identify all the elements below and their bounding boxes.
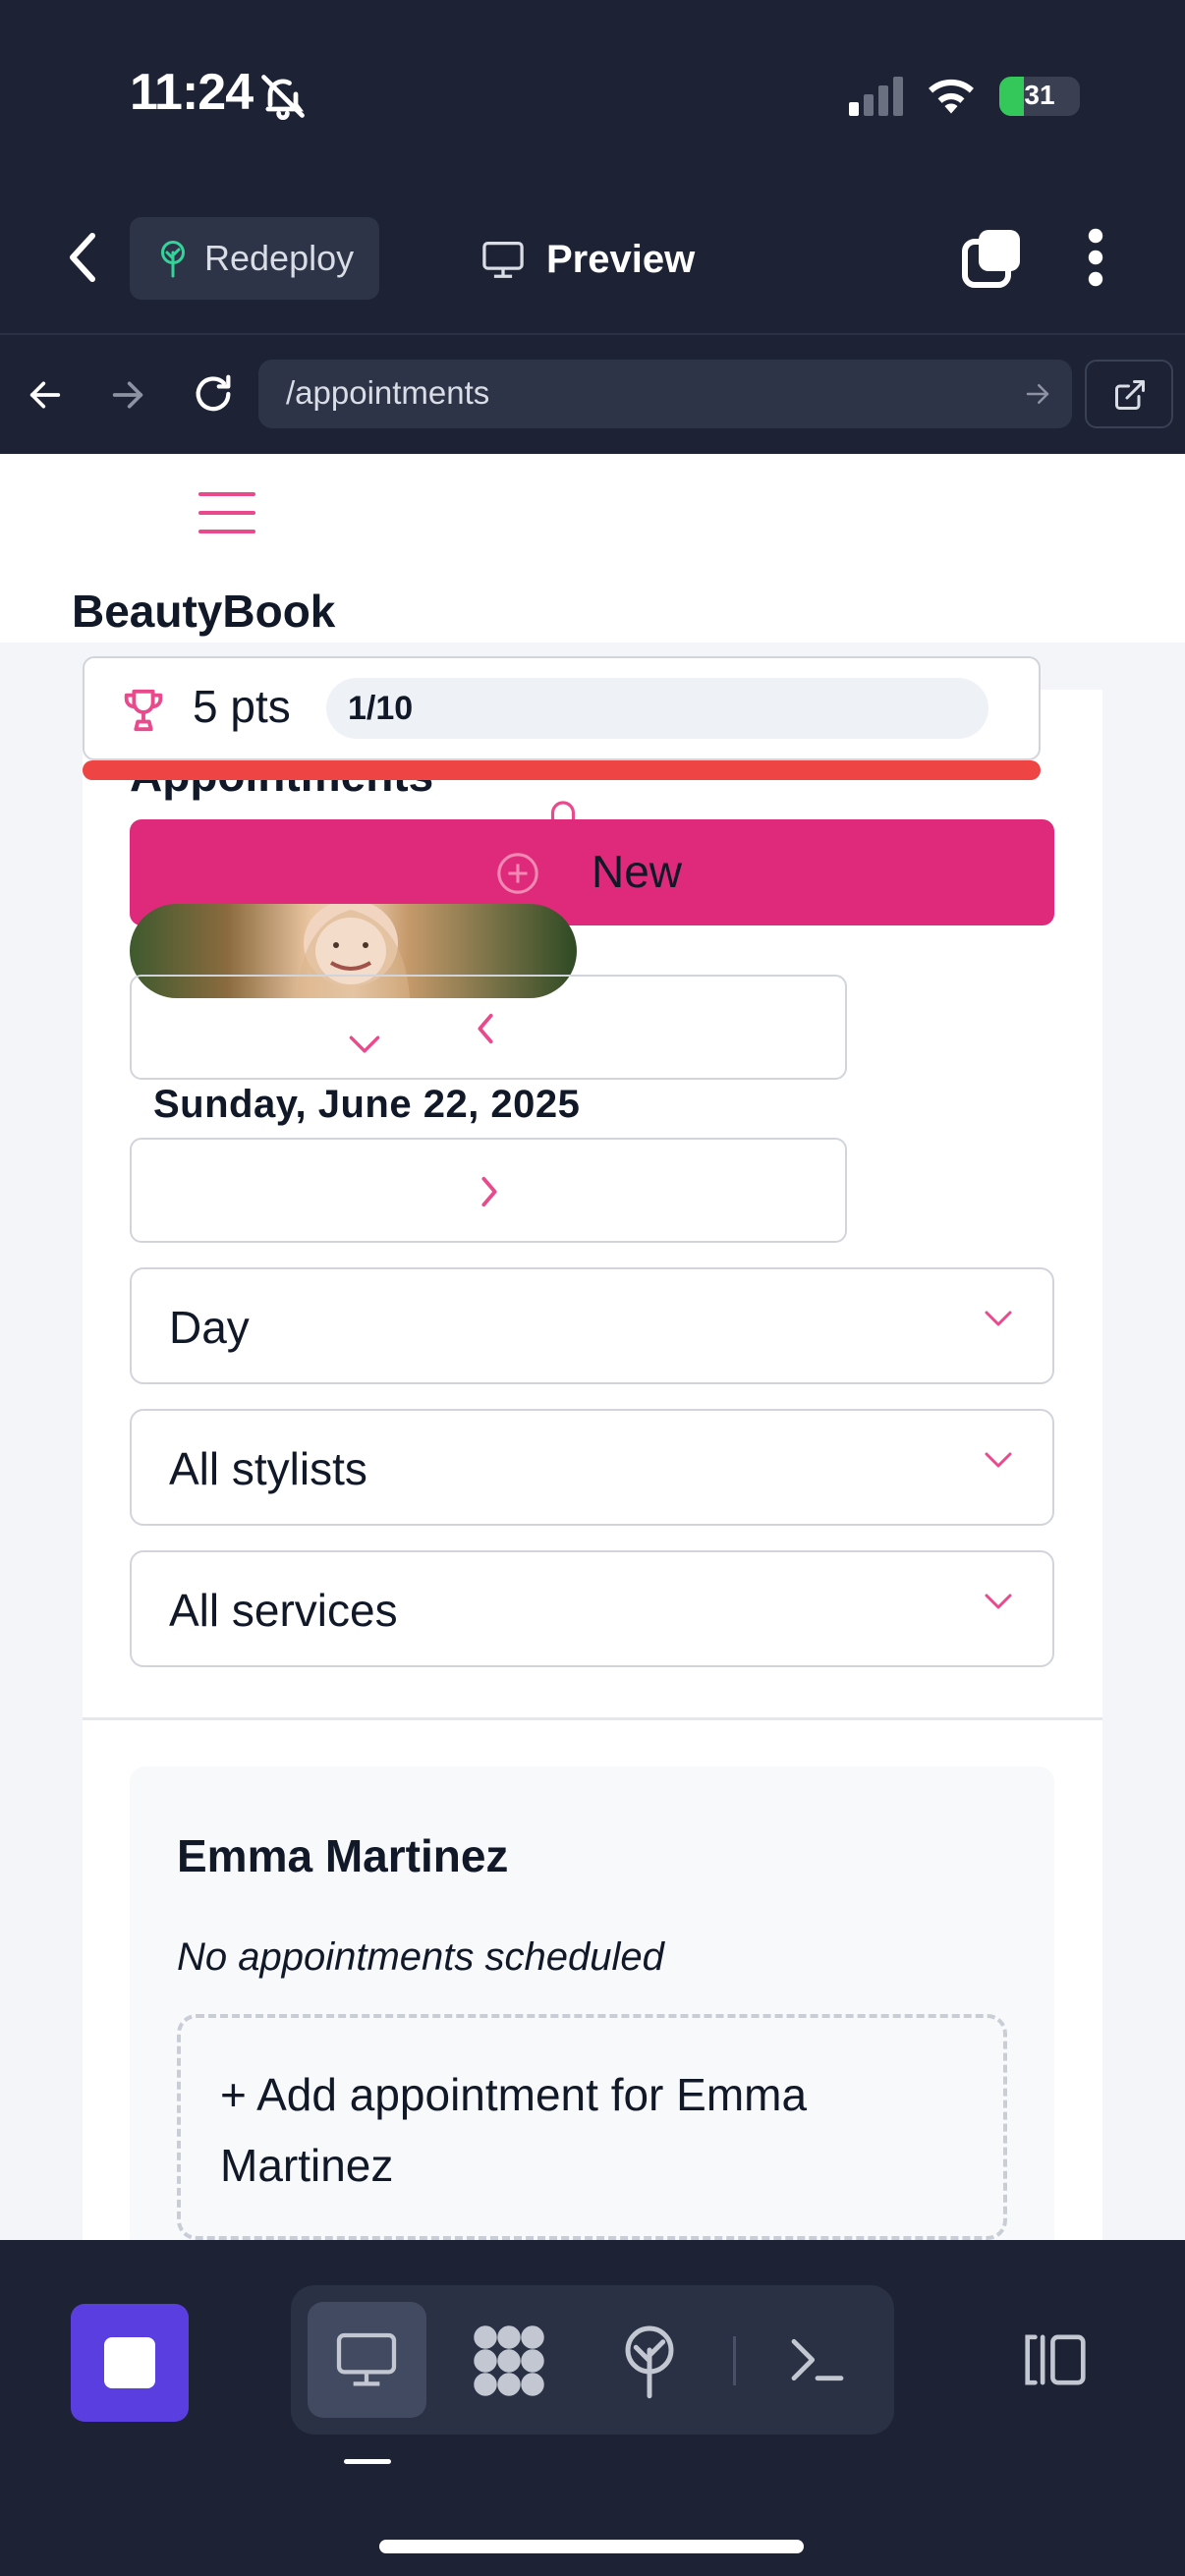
toolbar-divider — [0, 333, 1185, 335]
monitor-icon — [482, 242, 524, 278]
arrow-right-icon[interactable] — [108, 375, 147, 415]
chevron-down-icon — [985, 1311, 1012, 1326]
stylist-name: Emma Martinez — [177, 1830, 509, 1881]
chevron-down-icon — [985, 1594, 1012, 1609]
service-select[interactable]: All services — [130, 1550, 1054, 1667]
go-arrow-icon[interactable] — [1023, 379, 1052, 409]
apps-icon[interactable] — [470, 2322, 548, 2400]
terminal-icon[interactable] — [786, 2330, 849, 2389]
alert-bar — [83, 760, 1041, 780]
stop-icon — [104, 2337, 155, 2388]
reload-icon[interactable] — [191, 371, 236, 417]
view-select-value: Day — [169, 1302, 250, 1353]
desktop-tab[interactable] — [308, 2302, 426, 2418]
points-value: 5 pts — [193, 681, 291, 732]
chevron-right-icon — [481, 1176, 497, 1207]
trophy-icon — [124, 689, 163, 732]
stylist-select-value: All stylists — [169, 1443, 367, 1494]
active-tab-indicator — [344, 2459, 391, 2464]
back-chevron-icon[interactable] — [61, 228, 104, 287]
tabs-icon[interactable] — [961, 226, 1024, 289]
more-icon[interactable] — [1081, 228, 1110, 287]
progress-count: 1/10 — [348, 690, 414, 727]
tree-icon — [161, 241, 185, 278]
preview-label: Preview — [546, 237, 696, 281]
chevron-left-icon — [478, 1013, 493, 1044]
chevron-down-icon — [985, 1452, 1012, 1468]
hamburger-icon[interactable] — [197, 488, 257, 537]
next-day-button[interactable] — [130, 1138, 847, 1243]
redeploy-button[interactable]: Redeploy — [130, 217, 379, 300]
external-link-icon — [1115, 380, 1145, 410]
switcher-divider — [733, 2336, 736, 2385]
desktop-icon — [336, 2332, 397, 2386]
url-text: /appointments — [286, 374, 490, 411]
add-appointment-label: + Add appointment for Emma Martinez — [220, 2069, 808, 2191]
deploy-icon[interactable] — [617, 2323, 682, 2399]
stop-button[interactable] — [71, 2304, 189, 2422]
sidebar-icon[interactable] — [1020, 2328, 1091, 2391]
new-button-label: New — [592, 846, 683, 897]
url-bar[interactable]: /appointments — [258, 360, 1072, 428]
plus-circle-icon — [497, 853, 538, 894]
add-appointment-button[interactable]: + Add appointment for Emma Martinez — [177, 2014, 1007, 2240]
points-card: 5 pts 1/10 — [83, 656, 1041, 760]
brand-logo[interactable]: BeautyBook — [72, 585, 335, 638]
open-external-button[interactable] — [1085, 360, 1173, 428]
current-date: Sunday, June 22, 2025 — [153, 1083, 581, 1126]
battery-icon: 31 — [999, 77, 1080, 116]
service-select-value: All services — [169, 1585, 398, 1636]
redeploy-label: Redeploy — [204, 238, 355, 278]
arrow-left-icon[interactable] — [26, 375, 65, 415]
previous-day-button[interactable] — [130, 975, 847, 1080]
bell-slash-icon — [261, 75, 305, 121]
progress-pill: 1/10 — [326, 678, 988, 739]
view-select[interactable]: Day — [130, 1267, 1054, 1384]
chevron-down-icon[interactable] — [348, 1034, 381, 1055]
preview-tab[interactable]: Preview — [481, 232, 695, 287]
empty-message: No appointments scheduled — [177, 1935, 664, 1979]
stylist-select[interactable]: All stylists — [130, 1409, 1054, 1526]
signal-icon — [849, 77, 903, 116]
home-indicator[interactable] — [379, 2540, 804, 2553]
page-viewport: BeautyBook Appointments 5 pts 1/10 New S… — [0, 454, 1185, 2240]
wifi-icon — [929, 79, 974, 114]
battery-percent: 31 — [1024, 80, 1055, 110]
status-time: 11:24 — [130, 64, 254, 121]
